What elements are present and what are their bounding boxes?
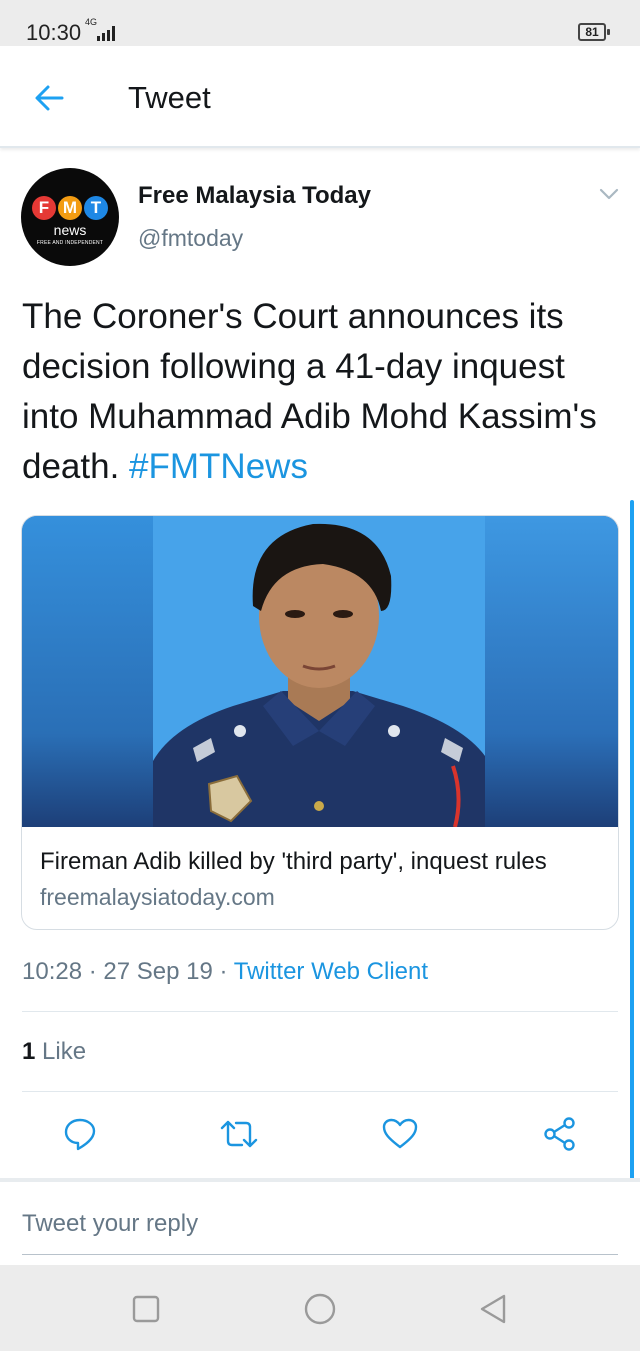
status-time: 10:30 (26, 20, 82, 45)
card-image (22, 516, 618, 827)
recent-apps-icon[interactable] (128, 1291, 164, 1327)
author-name[interactable]: Free Malaysia Today (138, 182, 371, 210)
reply-button[interactable] (60, 1112, 100, 1156)
logo-tagline: FREE AND INDEPENDENT (36, 240, 104, 246)
likes-label: Like (42, 1038, 87, 1065)
page-title: Tweet (128, 80, 211, 115)
share-icon (544, 1117, 575, 1151)
avatar-logo: F M T (29, 196, 111, 220)
reply-input[interactable]: Tweet your reply (22, 1210, 198, 1238)
reply-input-underline (22, 1254, 618, 1255)
like-button[interactable] (380, 1112, 420, 1156)
tweet-body: The Coroner's Court announces its decisi… (22, 297, 597, 486)
meta-separator: · (88, 958, 104, 985)
logo-letter-m: M (58, 196, 82, 220)
card-domain: freemalaysiatoday.com (40, 884, 275, 910)
tweet-text: The Coroner's Court announces its decisi… (22, 292, 622, 492)
chevron-down-icon[interactable] (598, 186, 620, 202)
app-bar: Tweet (0, 46, 640, 148)
back-nav-icon[interactable] (476, 1291, 512, 1327)
tweet-client-link[interactable]: Twitter Web Client (234, 958, 428, 985)
logo-news-text: news (53, 222, 87, 238)
share-button[interactable] (540, 1112, 580, 1156)
home-icon[interactable] (302, 1291, 338, 1327)
logo-letter-t: T (84, 196, 108, 220)
reply-bar-divider (0, 1178, 640, 1182)
card-title: Fireman Adib killed by 'third party', in… (40, 848, 547, 875)
retweet-icon (220, 1120, 258, 1148)
portrait-photo (153, 516, 485, 827)
likes-count[interactable]: 1 Like (22, 1038, 86, 1066)
meta-separator: · (219, 958, 234, 985)
author-handle[interactable]: @fmtoday (138, 225, 243, 252)
tweet-time: 10:28 (22, 958, 83, 985)
divider (22, 1011, 618, 1012)
signal-icon (97, 26, 115, 41)
likes-number: 1 (22, 1038, 36, 1065)
status-bar: 10:30 4G 81 (0, 0, 640, 46)
avatar[interactable]: F M T news FREE AND INDEPENDENT (21, 168, 119, 266)
logo-letter-f: F (32, 196, 56, 220)
card-image-blur-left (22, 516, 153, 827)
tweet-actions (0, 1112, 640, 1162)
reply-icon (64, 1118, 96, 1151)
battery-icon: 81 (578, 23, 606, 41)
card-image-blur-right (485, 516, 618, 827)
divider (22, 1091, 618, 1092)
hashtag-link[interactable]: #FMTNews (129, 447, 308, 486)
system-nav-bar (0, 1265, 640, 1351)
scrollbar[interactable] (630, 500, 634, 1180)
retweet-button[interactable] (219, 1112, 259, 1156)
tweet-date: 27 Sep 19 (103, 958, 213, 985)
link-card[interactable]: Fireman Adib killed by 'third party', in… (21, 515, 619, 930)
back-arrow-icon[interactable] (32, 80, 68, 116)
tweet-meta: 10:28 · 27 Sep 19 · Twitter Web Client (22, 958, 428, 986)
battery-tip (607, 29, 610, 35)
heart-icon (382, 1118, 418, 1149)
